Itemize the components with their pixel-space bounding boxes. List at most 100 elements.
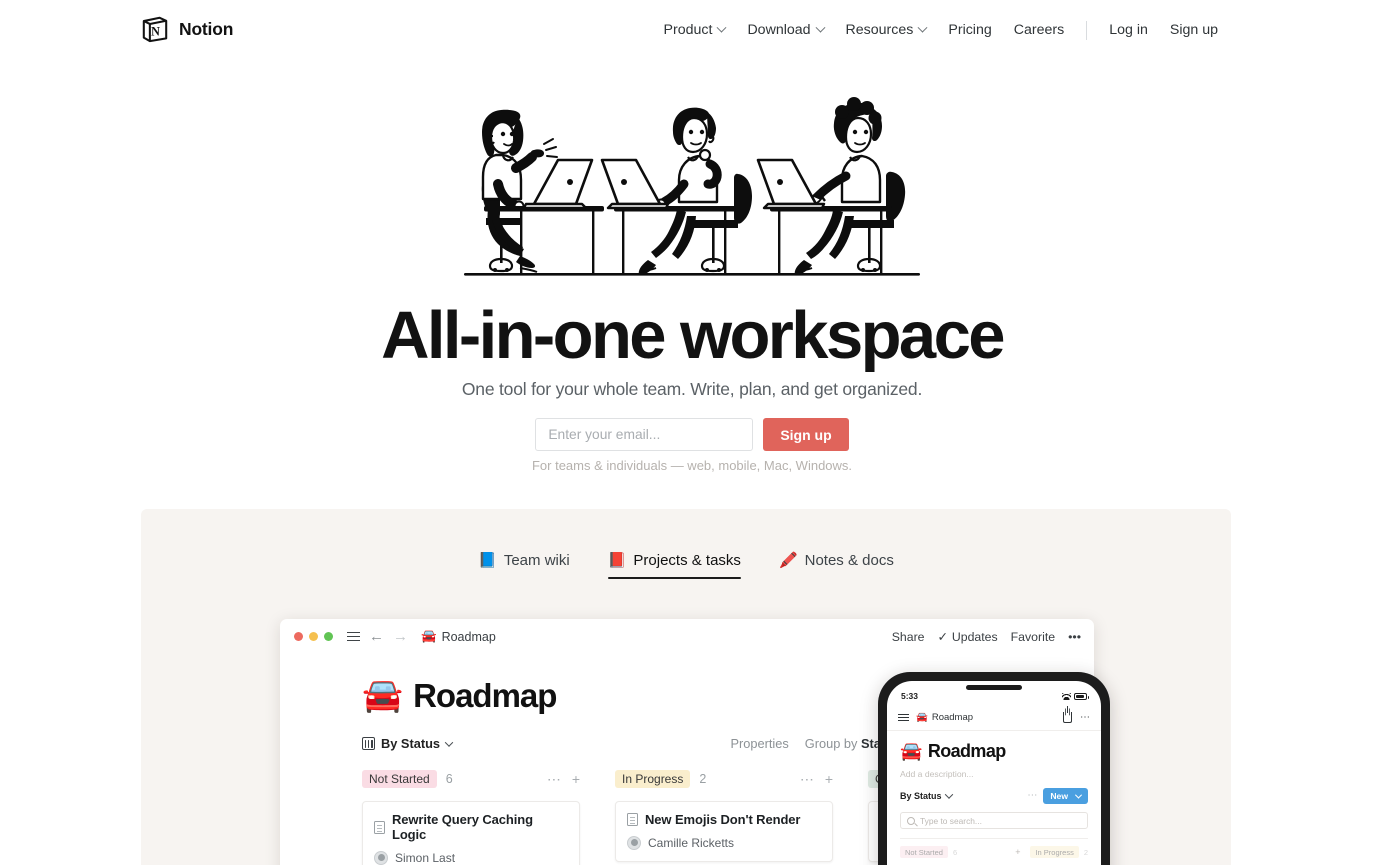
kanban-card[interactable]: New Emojis Don't Render Camille Ricketts (615, 801, 833, 862)
column-actions: ⋯ + (547, 772, 580, 786)
tab-notes-docs[interactable]: 🖍️ Notes & docs (779, 552, 894, 579)
phone-nav-actions: ⋯ (1063, 706, 1090, 723)
wifi-icon (1062, 692, 1071, 700)
crayon-icon: 🖍️ (778, 552, 798, 569)
breadcrumb-label: Roadmap (931, 712, 974, 723)
column-count: 2 (1083, 847, 1088, 857)
more-icon[interactable]: ⋯ (800, 772, 814, 786)
sidebar-toggle-icon[interactable] (898, 713, 909, 722)
nav-item-careers[interactable]: Careers (1003, 18, 1075, 42)
phone-description-placeholder[interactable]: Add a description... (900, 769, 1088, 779)
signup-label: Sign up (1169, 22, 1218, 38)
sidebar-toggle-icon[interactable] (347, 631, 360, 642)
breadcrumb[interactable]: 🚘 Roadmap (916, 712, 973, 723)
breadcrumb-label: Roadmap (441, 629, 496, 644)
email-field[interactable] (535, 418, 754, 451)
share-button[interactable]: Share (892, 630, 925, 644)
nav-item-resources-label: Resources (845, 22, 914, 38)
page-icon (627, 813, 638, 826)
favorite-button[interactable]: Favorite (1011, 630, 1055, 644)
card-title: New Emojis Don't Render (627, 812, 821, 827)
column-count: 2 (699, 772, 707, 786)
mobile-app-mockup: 5:33 🚘 Roadmap ⋯ 🚘 Roadmap Add a descrip… (878, 672, 1110, 865)
group-by-prefix: Group by (804, 736, 861, 751)
brand-name: Notion (179, 18, 234, 39)
signup-button[interactable]: Sign up (763, 418, 849, 451)
nav-divider (1086, 20, 1088, 40)
tab-notes-docs-label: Notes & docs (804, 552, 894, 569)
nav-item-product-label: Product (663, 22, 713, 38)
status-badge: In Progress (615, 770, 691, 788)
view-selector[interactable]: By Status (362, 736, 454, 751)
phone-document-title: 🚘 Roadmap (900, 741, 1088, 762)
share-icon[interactable] (1063, 706, 1072, 723)
nav-item-product[interactable]: Product (653, 18, 737, 42)
page-subtitle: One tool for your whole team. Write, pla… (461, 379, 923, 399)
more-icon[interactable]: ⋯ (547, 772, 561, 786)
more-icon[interactable]: ⋯ (1027, 791, 1037, 801)
showcase-section: 📘 Team wiki 📕 Projects & tasks 🖍️ Notes … (141, 509, 1231, 865)
login-label: Log in (1109, 22, 1148, 38)
column-count: 6 (952, 847, 958, 857)
chevron-down-icon (944, 790, 953, 799)
add-card-icon[interactable]: + (825, 772, 833, 786)
avatar (374, 851, 388, 865)
tab-team-wiki[interactable]: 📘 Team wiki (478, 552, 570, 579)
chevron-down-icon (1074, 791, 1083, 799)
new-button-label: New (1050, 791, 1068, 801)
board-view-icon (362, 737, 375, 750)
tab-projects-tasks-label: Projects & tasks (633, 552, 741, 569)
nav-links: Product Download Resources Pricing Caree… (653, 18, 1229, 42)
status-badge: Not Started (900, 846, 948, 858)
new-button[interactable]: New (1043, 788, 1088, 804)
chevron-down-icon (444, 737, 454, 747)
phone-view-selector[interactable]: By Status (900, 790, 953, 801)
three-people-at-laptops-illustration (462, 92, 922, 282)
chevron-down-icon (917, 22, 928, 33)
tab-projects-tasks[interactable]: 📕 Projects & tasks (607, 552, 742, 579)
minimize-icon[interactable] (309, 632, 318, 641)
nav-item-pricing[interactable]: Pricing (937, 18, 1002, 42)
assignee-name: Camille Ricketts (648, 836, 735, 850)
add-card-icon[interactable]: + (1015, 847, 1020, 857)
status-badge: Not Started (362, 770, 437, 788)
tab-team-wiki-label: Team wiki (503, 552, 570, 569)
brand-logo-link[interactable]: N Notion (141, 15, 233, 43)
search-icon (907, 816, 915, 825)
updates-button[interactable]: ✓ Updates (938, 630, 998, 644)
phone-column-not-started: Not Started 6 (900, 846, 957, 858)
notion-cube-icon: N (141, 15, 169, 43)
page-icon (374, 820, 385, 834)
car-icon: 🚘 (421, 629, 437, 643)
column-count: 6 (445, 772, 453, 786)
kanban-card[interactable]: Rewrite Query Caching Logic Simon Last (362, 801, 580, 865)
breadcrumb[interactable]: 🚘 Roadmap (421, 629, 496, 644)
signup-link[interactable]: Sign up (1159, 18, 1229, 42)
card-assignee: Simon Last (374, 851, 568, 865)
phone-search-input[interactable]: Type to search... (900, 812, 1088, 829)
login-link[interactable]: Log in (1098, 18, 1159, 42)
check-icon: ✓ (937, 629, 948, 644)
window-actions: Share ✓ Updates Favorite ••• (892, 619, 1081, 654)
showcase-tabs: 📘 Team wiki 📕 Projects & tasks 🖍️ Notes … (141, 552, 1231, 579)
chevron-down-icon (815, 22, 825, 33)
nav-item-careers-label: Careers (1013, 22, 1065, 38)
close-icon[interactable] (294, 632, 303, 641)
status-badge: In Progress (1030, 846, 1079, 858)
forward-arrow-icon[interactable]: → (393, 629, 408, 644)
maximize-icon[interactable] (324, 632, 333, 641)
avatar (627, 836, 641, 850)
back-arrow-icon[interactable]: ← (369, 629, 384, 644)
more-icon[interactable]: ••• (1068, 630, 1081, 644)
nav-item-resources[interactable]: Resources (835, 18, 938, 42)
signup-note: For teams & individuals — web, mobile, M… (531, 458, 853, 473)
add-card-icon[interactable]: + (572, 772, 580, 786)
nav-item-download[interactable]: Download (736, 18, 834, 42)
card-title-text: New Emojis Don't Render (645, 812, 801, 827)
more-icon[interactable]: ⋯ (1080, 712, 1090, 723)
document-title-text: Roadmap (413, 676, 557, 714)
properties-button[interactable]: Properties (730, 736, 788, 751)
phone-notch (966, 685, 1022, 690)
phone-search-placeholder: Type to search... (920, 815, 982, 826)
car-icon: 🚘 (916, 712, 928, 723)
